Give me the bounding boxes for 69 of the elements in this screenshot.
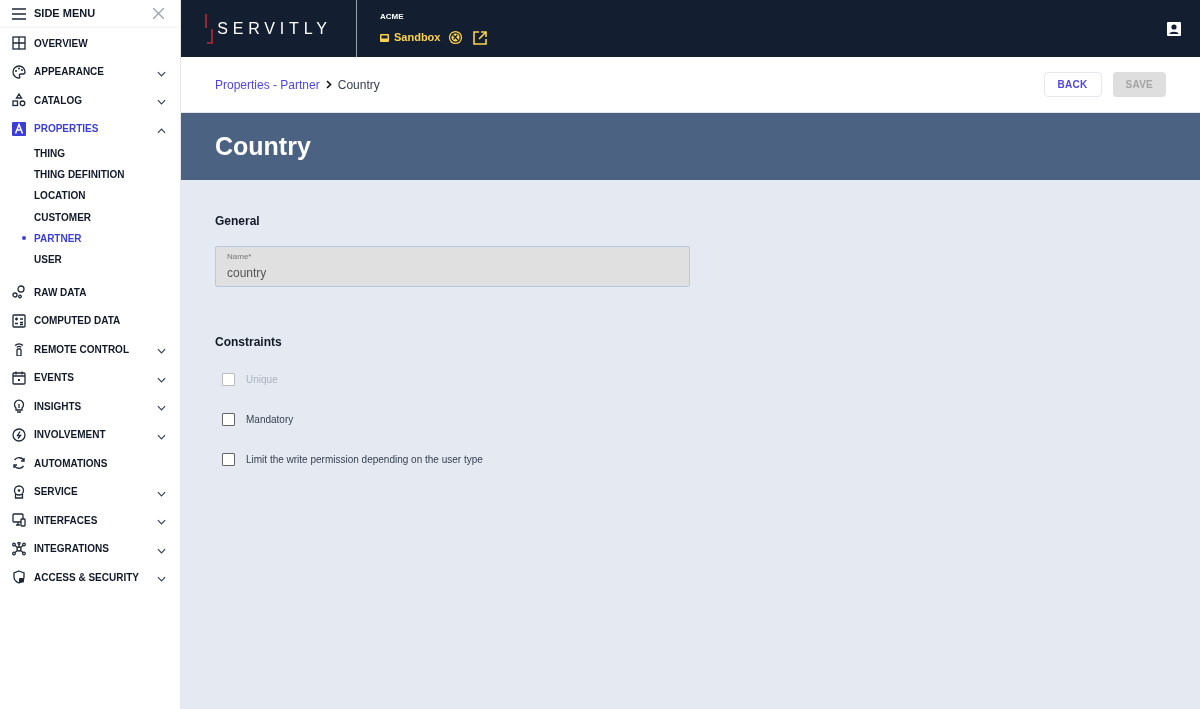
- checkbox[interactable]: [222, 452, 235, 466]
- side-menu-item[interactable]: AUTOMATIONS: [0, 449, 180, 478]
- section-heading: Constraints: [215, 334, 283, 351]
- side-menu-item[interactable]: ACCESS & SECURITY: [0, 563, 180, 592]
- breadcrumb-current: Country: [337, 76, 380, 94]
- checkbox[interactable]: [222, 412, 235, 426]
- user-icon[interactable]: [1167, 21, 1181, 36]
- no-edit-icon[interactable]: [448, 30, 464, 45]
- chevron-down-icon: [157, 519, 166, 526]
- side-menu-subitem[interactable]: CUSTOMER: [34, 209, 92, 225]
- calendar-icon: [12, 370, 26, 385]
- side-menu-subitem[interactable]: PARTNER: [34, 230, 82, 246]
- chevron-down-icon: [157, 405, 166, 412]
- side-menu-item[interactable]: INTERFACES: [0, 506, 180, 535]
- cycle-icon: [12, 456, 26, 471]
- side-menu-subitem[interactable]: THING DEFINITION: [34, 167, 125, 183]
- logo: SERVITLY: [205, 13, 332, 44]
- side-menu-subitem[interactable]: USER: [34, 252, 62, 268]
- side-menu-item[interactable]: INTEGRATIONS: [0, 534, 180, 564]
- shield-lock-icon: [12, 570, 26, 585]
- checkbox-label: Limit the write permission depending on the user type: [246, 452, 483, 467]
- lightning-icon: [12, 427, 26, 442]
- side-menu-subitem[interactable]: THING: [34, 146, 66, 162]
- chevron-up-icon: [157, 127, 166, 134]
- chevron-down-icon: [157, 99, 166, 106]
- name-field[interactable]: Name* country: [215, 246, 690, 287]
- chevron-down-icon: [157, 348, 166, 355]
- menu-icon[interactable]: [12, 7, 26, 20]
- action-button[interactable]: BACK: [1043, 72, 1102, 97]
- side-menu-item[interactable]: APPEARANCE: [0, 57, 180, 86]
- breadcrumb-link[interactable]: Properties - Partner: [215, 75, 320, 94]
- side-menu-item[interactable]: RAW DATA: [0, 278, 180, 307]
- side-menu-item[interactable]: REMOTE CONTROL: [0, 335, 180, 364]
- side-menu-title: SIDE MENU: [34, 6, 96, 22]
- lightbulb-icon: [12, 399, 26, 414]
- side-menu-item[interactable]: INSIGHTS: [0, 392, 180, 421]
- side-menu-item[interactable]: CATALOG: [0, 86, 180, 115]
- chevron-right-icon: [325, 80, 332, 89]
- side-menu-item[interactable]: OVERVIEW: [0, 29, 180, 58]
- network-icon: [12, 541, 26, 556]
- monitor-icon: [12, 513, 26, 528]
- side-menu-subitem[interactable]: LOCATION: [34, 188, 86, 204]
- grid-icon: [12, 36, 26, 51]
- remote-icon: [12, 342, 26, 357]
- calculator-icon: [12, 313, 26, 328]
- inbox-icon: [380, 33, 389, 42]
- chevron-down-icon: [157, 547, 166, 554]
- shapes-icon: [12, 93, 26, 108]
- page-title: Country: [215, 130, 311, 162]
- chevron-down-icon: [157, 376, 166, 383]
- letter-a-icon: [12, 121, 26, 136]
- side-menu-item[interactable]: COMPUTED DATA: [0, 306, 180, 336]
- chevron-down-icon: [157, 433, 166, 440]
- side-menu-item[interactable]: EVENTS: [0, 363, 180, 393]
- side-menu-item[interactable]: PROPERTIES: [0, 114, 180, 143]
- side-menu-item[interactable]: INVOLVEMENT: [0, 420, 180, 450]
- palette-icon: [12, 64, 26, 79]
- external-link-icon[interactable]: [473, 30, 488, 45]
- checkbox-label: Mandatory: [246, 412, 294, 427]
- environment-name[interactable]: Sandbox: [394, 29, 441, 46]
- chevron-down-icon: [157, 490, 166, 497]
- checkbox-label: Unique: [246, 372, 278, 387]
- chevron-down-icon: [157, 576, 166, 583]
- badge-icon: [12, 484, 26, 499]
- side-menu-item[interactable]: SERVICE: [0, 477, 180, 507]
- chevron-down-icon: [157, 70, 166, 77]
- tenant-name: ACME: [380, 11, 405, 24]
- section-heading: General: [215, 213, 261, 230]
- bubbles-icon: [12, 285, 26, 300]
